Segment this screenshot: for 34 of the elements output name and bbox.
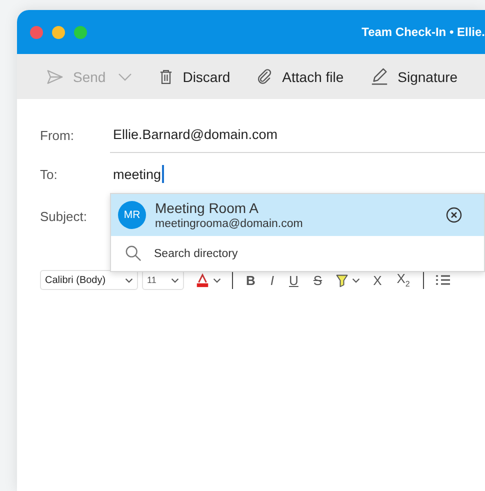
format-button[interactable]: B <box>244 272 258 288</box>
send-icon <box>46 68 64 86</box>
toolbar-button[interactable]: Attach file <box>256 68 344 85</box>
avatar: MR <box>118 201 146 229</box>
window-title: Team Check-In • Ellie. <box>362 25 485 39</box>
field-label: From: <box>40 128 75 142</box>
caret-icon <box>213 278 221 282</box>
format-button[interactable]: X$_{2}$ <box>394 271 412 289</box>
format-button[interactable]: I <box>268 272 276 288</box>
bullet-list-icon[interactable] <box>434 274 451 286</box>
highlighter-icon[interactable] <box>335 272 350 288</box>
field-label: Subject: <box>40 208 88 224</box>
toolbar-button[interactable]: Discard <box>158 68 230 86</box>
trash-icon <box>158 68 174 86</box>
caret-icon <box>171 278 179 282</box>
input-field[interactable]: Ellie.Barnard@domain.com <box>110 118 485 152</box>
suggestion-item[interactable]: MR Meeting Room A meetingrooma@domain.com <box>111 194 484 236</box>
font-color-icon[interactable] <box>195 272 210 288</box>
caret-icon <box>352 278 360 282</box>
paperclip-icon <box>256 68 274 85</box>
caret-icon <box>118 72 132 80</box>
toolbar-button[interactable]: Signature <box>370 67 458 86</box>
input-field[interactable]: meeting <box>110 157 485 191</box>
search-icon <box>125 245 142 262</box>
pen-icon <box>370 67 389 86</box>
field-label: To: <box>40 166 58 182</box>
format-button[interactable]: S <box>311 272 324 288</box>
contact-name: Meeting Room A <box>155 200 260 216</box>
caret-icon <box>125 278 133 282</box>
search-directory-item[interactable]: Search directory <box>111 236 484 271</box>
format-button[interactable]: X <box>371 272 384 288</box>
contact-email: meetingrooma@domain.com <box>155 216 304 230</box>
remove-icon[interactable] <box>446 207 462 223</box>
format-button[interactable]: U <box>287 272 300 288</box>
